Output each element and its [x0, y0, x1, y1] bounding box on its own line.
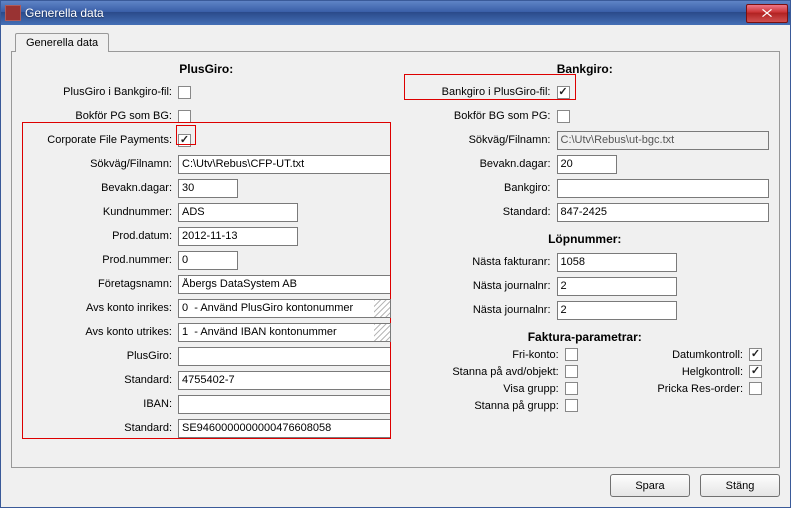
close-button[interactable]	[746, 4, 788, 23]
fp-frikonto-checkbox[interactable]	[565, 348, 578, 361]
pg-avs-in-select[interactable]	[178, 299, 391, 318]
fp-stannaavd-label: Stanna på avd/objekt:	[401, 366, 565, 378]
bokfor-pg-label: Bokför PG som BG:	[22, 110, 178, 122]
bg-in-pg-label: Bankgiro i PlusGiro-fil:	[401, 86, 557, 98]
pg-prodnummer-label: Prod.nummer:	[22, 254, 178, 266]
tab-strip: Generella data	[11, 33, 780, 51]
ln-faktura-label: Nästa fakturanr:	[401, 256, 557, 268]
fp-pricka-label: Pricka Res-order:	[585, 383, 749, 395]
cfp-label: Corporate File Payments:	[22, 134, 178, 146]
pg-prodnummer-input[interactable]	[178, 251, 238, 270]
pg-avs-ut-wrap	[178, 323, 391, 342]
pg-standard-input[interactable]	[178, 371, 391, 390]
lopnummer-title: Löpnummer:	[401, 232, 770, 246]
pg-proddatum-input[interactable]	[178, 227, 298, 246]
bg-sokvag-label: Sökväg/Filnamn:	[401, 134, 557, 146]
cfp-checkbox[interactable]	[178, 134, 191, 147]
pg-kund-input[interactable]	[178, 203, 298, 222]
fp-stannagrupp-checkbox[interactable]	[565, 399, 578, 412]
bg-bankgiro-input[interactable]	[557, 179, 770, 198]
ln-journal2-input[interactable]	[557, 301, 677, 320]
pg-avs-in-label: Avs konto inrikes:	[22, 302, 178, 314]
plusgiro-title: PlusGiro:	[22, 62, 391, 76]
pg-sokvag-input[interactable]	[178, 155, 391, 174]
fp-frikonto-label: Fri-konto:	[401, 349, 565, 361]
fp-visagrupp-checkbox[interactable]	[565, 382, 578, 395]
ln-journal2-label: Nästa journalnr:	[401, 304, 557, 316]
titlebar: Generella data	[1, 1, 790, 25]
bg-standard-input[interactable]	[557, 203, 770, 222]
pg-in-bg-checkbox[interactable]	[178, 86, 191, 99]
pg-sokvag-label: Sökväg/Filnamn:	[22, 158, 178, 170]
group-box: PlusGiro: PlusGiro i Bankgiro-fil: Bokfö…	[11, 51, 780, 468]
pg-in-bg-label: PlusGiro i Bankgiro-fil:	[22, 86, 178, 98]
pg-proddatum-label: Prod.datum:	[22, 230, 178, 242]
fp-helg-checkbox[interactable]	[749, 365, 762, 378]
pg-standard2-label: Standard:	[22, 422, 178, 434]
bokfor-pg-checkbox[interactable]	[178, 110, 191, 123]
bankgiro-title: Bankgiro:	[401, 62, 770, 76]
app-icon	[5, 5, 21, 21]
fp-stannaavd-checkbox[interactable]	[565, 365, 578, 378]
pg-plusgiro-input[interactable]	[178, 347, 391, 366]
pg-foretag-label: Företagsnamn:	[22, 278, 178, 290]
window-title: Generella data	[25, 6, 104, 20]
pg-avs-ut-select[interactable]	[178, 323, 391, 342]
pg-standard2-input[interactable]	[178, 419, 391, 438]
ln-journal1-input[interactable]	[557, 277, 677, 296]
pg-plusgiro-label: PlusGiro:	[22, 350, 178, 362]
bg-bevdagar-input[interactable]	[557, 155, 617, 174]
faktparam-title: Faktura-parametrar:	[401, 330, 770, 344]
pg-avs-ut-label: Avs konto utrikes:	[22, 326, 178, 338]
pg-avs-in-wrap	[178, 299, 391, 318]
pg-iban-label: IBAN:	[22, 398, 178, 410]
pg-standard-label: Standard:	[22, 374, 178, 386]
bg-sokvag-input	[557, 131, 770, 150]
fp-pricka-checkbox[interactable]	[749, 382, 762, 395]
ln-journal1-label: Nästa journalnr:	[401, 280, 557, 292]
button-bar: Spara Stäng	[11, 468, 780, 497]
pg-iban-input[interactable]	[178, 395, 391, 414]
fp-datum-label: Datumkontroll:	[585, 349, 749, 361]
client-area: Generella data PlusGiro: PlusGiro i Bank…	[1, 25, 790, 507]
close-icon	[762, 9, 772, 17]
fp-stannagrupp-label: Stanna på grupp:	[401, 400, 565, 412]
tab-generella-data[interactable]: Generella data	[15, 33, 109, 52]
bokfor-bg-checkbox[interactable]	[557, 110, 570, 123]
fp-helg-label: Helgkontroll:	[585, 366, 749, 378]
close-button-bottom[interactable]: Stäng	[700, 474, 780, 497]
pg-foretag-input[interactable]	[178, 275, 391, 294]
bg-standard-label: Standard:	[401, 206, 557, 218]
bankgiro-column: Bankgiro: Bankgiro i PlusGiro-fil: Bokfö…	[401, 62, 770, 461]
save-button[interactable]: Spara	[610, 474, 690, 497]
bg-bankgiro-label: Bankgiro:	[401, 182, 557, 194]
bg-bevdagar-label: Bevakn.dagar:	[401, 158, 557, 170]
ln-faktura-input[interactable]	[557, 253, 677, 272]
faktparam-grid: Fri-konto: Datumkontroll: Stanna på avd/…	[401, 348, 770, 412]
pg-kund-label: Kundnummer:	[22, 206, 178, 218]
fp-visagrupp-label: Visa grupp:	[401, 383, 565, 395]
fp-datum-checkbox[interactable]	[749, 348, 762, 361]
bokfor-bg-label: Bokför BG som PG:	[401, 110, 557, 122]
window: Generella data Generella data PlusGiro: …	[0, 0, 791, 508]
pg-bevdagar-input[interactable]	[178, 179, 238, 198]
pg-bevdagar-label: Bevakn.dagar:	[22, 182, 178, 194]
bg-in-pg-checkbox[interactable]	[557, 86, 570, 99]
plusgiro-column: PlusGiro: PlusGiro i Bankgiro-fil: Bokfö…	[22, 62, 391, 461]
